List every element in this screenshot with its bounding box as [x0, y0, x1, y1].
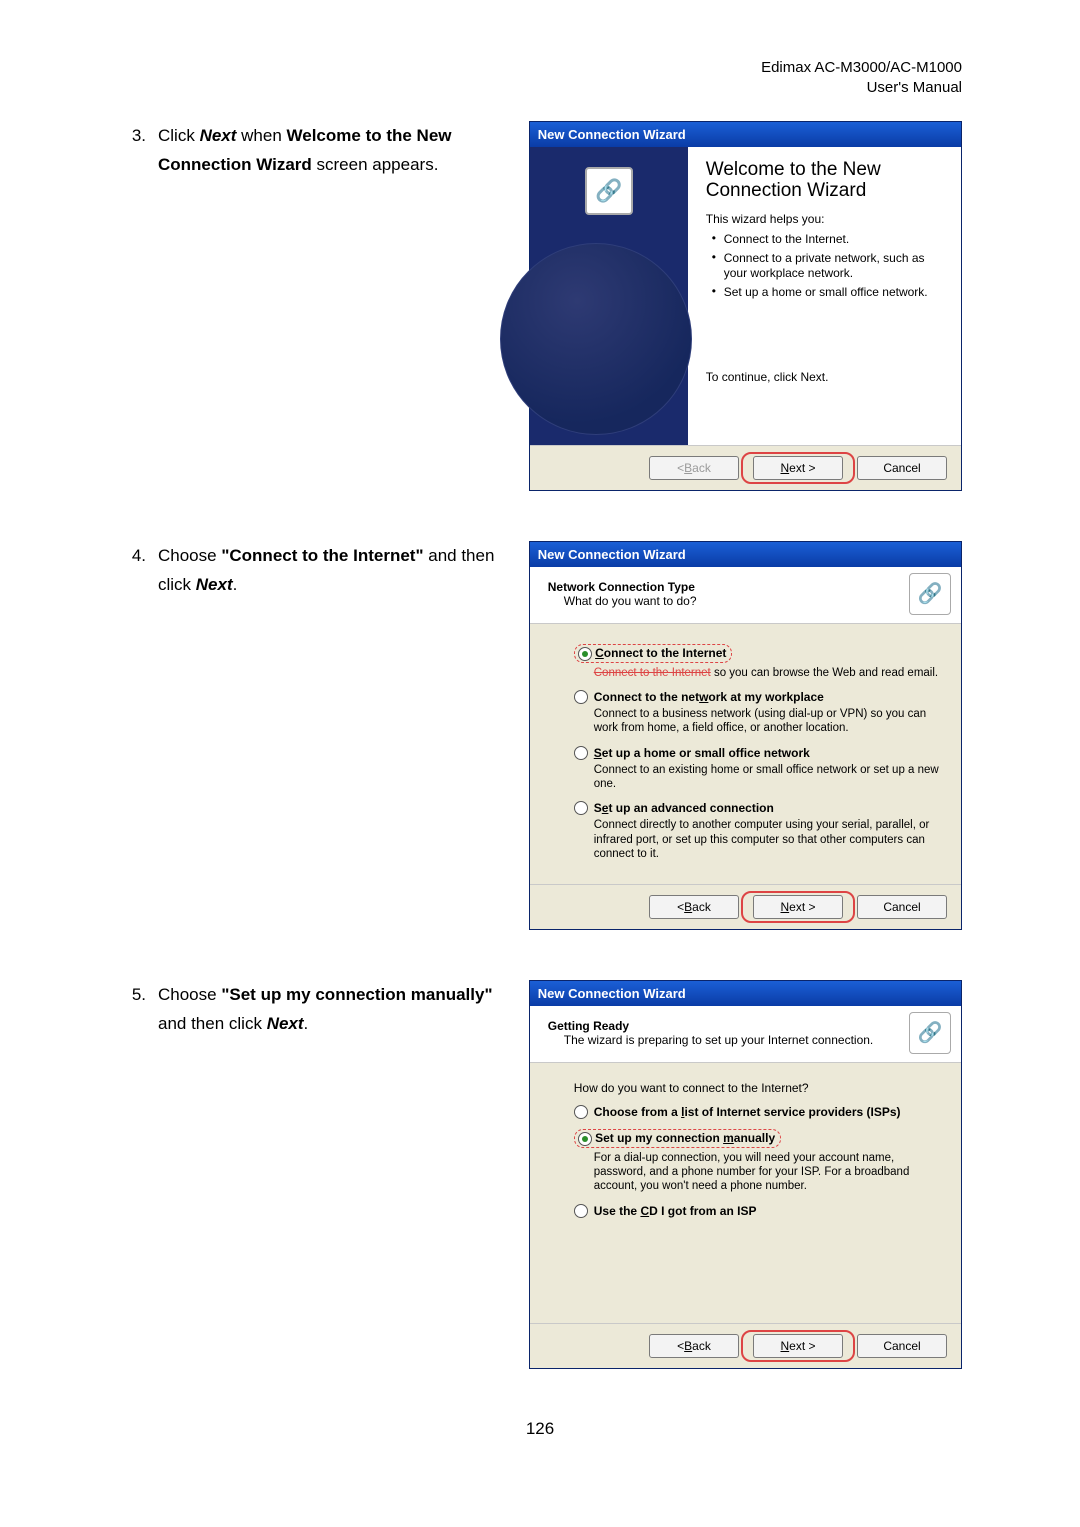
dialog-title: New Connection Wizard — [530, 542, 961, 567]
button-bar: < Back Next > Cancel — [530, 445, 961, 490]
step-4-text: 4. Choose "Connect to the Internet" and … — [118, 541, 513, 601]
wizard-icon: 🔗 — [585, 167, 633, 215]
step-5-row: 5. Choose "Set up my connection manually… — [118, 980, 962, 1369]
step-3-row: 3. Click Next when Welcome to the New Co… — [118, 121, 962, 491]
wizard-connection-type-dialog: New Connection Wizard Network Connection… — [529, 541, 962, 930]
welcome-lead: This wizard helps you: — [706, 212, 947, 226]
back-button[interactable]: < Back — [649, 895, 739, 919]
step-3-number: 3. — [118, 121, 158, 181]
radio-icon — [574, 1204, 588, 1218]
radio-icon — [574, 690, 588, 704]
next-button[interactable]: Next > — [753, 456, 843, 480]
dialog-title: New Connection Wizard — [530, 981, 961, 1006]
option-isp-list[interactable]: Choose from a list of Internet service p… — [574, 1105, 939, 1119]
radio-icon — [574, 801, 588, 815]
dialog-header: Getting Ready The wizard is preparing to… — [530, 1006, 961, 1063]
back-button[interactable]: < Back — [649, 1334, 739, 1358]
manual-page: Edimax AC-M3000/AC-M1000 User's Manual 3… — [0, 0, 1080, 1479]
page-header: Edimax AC-M3000/AC-M1000 User's Manual — [118, 58, 962, 99]
option-highlight: Connect to the Internet — [574, 644, 733, 663]
radio-icon — [574, 746, 588, 760]
header-title: Getting Ready — [548, 1019, 874, 1033]
cancel-button[interactable]: Cancel — [857, 895, 947, 919]
header-subtitle: What do you want to do? — [564, 594, 697, 608]
back-button[interactable]: < Back — [649, 456, 739, 480]
option-home-office[interactable]: Set up a home or small office network Co… — [574, 746, 939, 792]
question: How do you want to connect to the Intern… — [574, 1081, 939, 1095]
next-button-highlight: Next > — [749, 895, 847, 919]
radio-icon — [574, 1105, 588, 1119]
option-manual[interactable]: Set up my connection manually For a dial… — [574, 1129, 939, 1194]
cancel-button[interactable]: Cancel — [857, 1334, 947, 1358]
dialog-title: New Connection Wizard — [530, 122, 961, 147]
radio-icon — [578, 1132, 592, 1146]
option-advanced[interactable]: Set up an advanced connection Connect di… — [574, 801, 939, 861]
button-bar: < Back Next > Cancel — [530, 1323, 961, 1368]
next-button-highlight: Next > — [749, 1334, 847, 1358]
next-button[interactable]: Next > — [753, 1334, 843, 1358]
header-subtitle: The wizard is preparing to set up your I… — [564, 1033, 874, 1047]
welcome-bullets: Connect to the Internet. Connect to a pr… — [706, 232, 947, 300]
wizard-icon: 🔗 — [909, 573, 951, 615]
option-cd[interactable]: Use the CD I got from an ISP — [574, 1204, 939, 1218]
globe-graphic — [500, 243, 692, 435]
button-bar: < Back Next > Cancel — [530, 884, 961, 929]
header-title: Network Connection Type — [548, 580, 697, 594]
option-connect-internet[interactable]: Connect to the Internet Connect to the I… — [574, 644, 939, 680]
next-button[interactable]: Next > — [753, 895, 843, 919]
wizard-sidebar: 🔗 — [530, 147, 688, 445]
welcome-title: Welcome to the New Connection Wizard — [706, 159, 947, 203]
step-4-number: 4. — [118, 541, 158, 601]
welcome-continue: To continue, click Next. — [706, 370, 947, 384]
step-4-row: 4. Choose "Connect to the Internet" and … — [118, 541, 962, 930]
next-button-highlight: Next > — [749, 456, 847, 480]
product-name: Edimax AC-M3000/AC-M1000 — [118, 58, 962, 78]
step-3-text: 3. Click Next when Welcome to the New Co… — [118, 121, 513, 181]
doc-title: User's Manual — [118, 78, 962, 98]
wizard-icon: 🔗 — [909, 1012, 951, 1054]
radio-icon — [578, 647, 592, 661]
option-workplace[interactable]: Connect to the network at my workplace C… — [574, 690, 939, 736]
wizard-welcome-dialog: New Connection Wizard 🔗 Welcome to the N… — [529, 121, 962, 491]
page-number: 126 — [118, 1419, 962, 1439]
step-5-text: 5. Choose "Set up my connection manually… — [118, 980, 513, 1040]
dialog-header: Network Connection Type What do you want… — [530, 567, 961, 624]
step-5-number: 5. — [118, 980, 158, 1040]
option-highlight: Set up my connection manually — [574, 1129, 781, 1148]
cancel-button[interactable]: Cancel — [857, 456, 947, 480]
wizard-getting-ready-dialog: New Connection Wizard Getting Ready The … — [529, 980, 962, 1369]
